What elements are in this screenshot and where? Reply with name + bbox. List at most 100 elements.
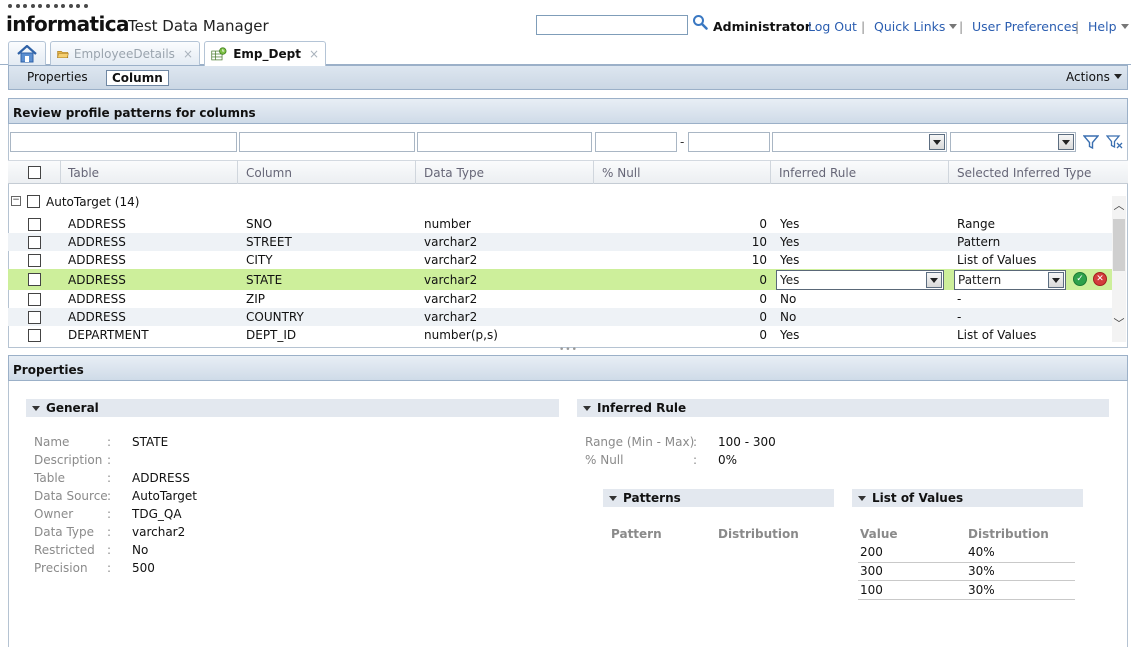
cell-column: ZIP (246, 292, 265, 306)
inferred-rule-select[interactable]: Yes (776, 270, 944, 290)
scroll-down-icon[interactable]: ﹀ (1113, 318, 1125, 330)
field-colon: : (107, 453, 112, 467)
field-label: Restricted (34, 543, 95, 557)
lov-column-distribution: Distribution (968, 527, 1049, 541)
field-colon: : (107, 561, 112, 575)
group-checkbox[interactable] (27, 195, 40, 208)
cell-null: 0 (759, 310, 767, 324)
field-label: Range (Min - Max) (585, 435, 695, 449)
column-header-selected-type[interactable]: Selected Inferred Type (957, 166, 1091, 180)
cancel-x-icon[interactable]: ✕ (1093, 272, 1107, 286)
field-colon: : (107, 507, 112, 521)
subnav-properties[interactable]: Properties (22, 70, 93, 86)
cell-selected-type: Pattern (957, 235, 1001, 249)
cell-table: ADDRESS (68, 217, 126, 231)
splitter-handle[interactable]: ••• (559, 346, 579, 355)
properties-title: Properties (8, 355, 1128, 381)
cell-data-type: varchar2 (424, 253, 478, 267)
logout-link[interactable]: Log Out (808, 19, 857, 34)
select-all-checkbox[interactable] (28, 166, 41, 179)
inferred-rule-section-header[interactable]: Inferred Rule (577, 399, 1109, 417)
subnav-column[interactable]: Column (106, 70, 169, 86)
actions-menu[interactable]: Actions (1066, 70, 1122, 84)
table-row[interactable] (8, 326, 1112, 344)
cell-inferred-rule: Yes (780, 235, 800, 249)
field-value: varchar2 (132, 525, 186, 539)
column-header-data-type[interactable]: Data Type (424, 166, 484, 180)
quick-links-menu[interactable]: Quick Links (874, 19, 958, 34)
collapse-icon[interactable]: − (11, 196, 21, 206)
filter-selected-type[interactable] (950, 132, 1076, 152)
cell-null: 10 (751, 253, 767, 267)
column-header-column[interactable]: Column (246, 166, 292, 180)
user-preferences-link[interactable]: User Preferences (972, 19, 1078, 34)
patterns-section-header[interactable]: Patterns (603, 489, 834, 507)
field-value: AutoTarget (132, 489, 197, 503)
field-label: % Null (585, 453, 624, 467)
filter-data-type[interactable] (417, 132, 592, 152)
row-checkbox[interactable] (28, 293, 41, 306)
lov-column-value: Value (860, 527, 898, 541)
cell-data-type: varchar2 (424, 292, 478, 306)
search-input[interactable] (536, 15, 688, 35)
selected-type-select[interactable]: Pattern (954, 270, 1066, 290)
patterns-column-pattern: Pattern (611, 527, 662, 541)
lov-distribution: 30% (968, 583, 995, 597)
cell-table: ADDRESS (68, 253, 126, 267)
table-row[interactable] (8, 308, 1112, 326)
chevron-down-icon[interactable] (926, 272, 942, 288)
column-divider (770, 160, 771, 184)
chevron-down-icon[interactable] (1058, 134, 1074, 150)
search-icon[interactable] (692, 14, 708, 30)
row-checkbox[interactable] (28, 218, 41, 231)
cell-table: ADDRESS (68, 310, 126, 324)
filter-table[interactable] (10, 132, 237, 152)
sub-navigation-bar (8, 65, 1128, 90)
table-row[interactable] (8, 290, 1112, 308)
filter-icon[interactable] (1083, 134, 1099, 150)
tab-employeedetails[interactable]: EmployeeDetails × (50, 41, 200, 65)
column-header-inferred-rule[interactable]: Inferred Rule (779, 166, 856, 180)
scroll-thumb[interactable] (1113, 219, 1125, 271)
field-colon: : (107, 435, 112, 449)
row-checkbox[interactable] (28, 236, 41, 249)
row-checkbox[interactable] (28, 311, 41, 324)
cell-null: 10 (751, 235, 767, 249)
clear-filter-icon[interactable] (1106, 134, 1124, 150)
header-separator: | (1075, 19, 1080, 34)
cell-selected-type: List of Values (957, 328, 1037, 342)
chevron-down-icon[interactable] (929, 134, 945, 150)
help-menu[interactable]: Help (1088, 19, 1129, 34)
filter-null-max[interactable] (688, 132, 770, 152)
column-header-table[interactable]: Table (68, 166, 99, 180)
scroll-up-icon[interactable]: ︿ (1113, 200, 1125, 212)
column-header-null[interactable]: % Null (602, 166, 640, 180)
product-title: Test Data Manager (128, 17, 269, 35)
cell-data-type: varchar2 (424, 235, 478, 249)
row-checkbox[interactable] (28, 329, 41, 342)
filter-column[interactable] (239, 132, 415, 152)
row-checkbox[interactable] (28, 273, 41, 286)
header-separator: | (861, 19, 866, 34)
table-row[interactable] (8, 215, 1112, 233)
general-section-header[interactable]: General (26, 399, 559, 417)
table-row-selected[interactable] (8, 269, 1112, 290)
cell-null: 0 (759, 292, 767, 306)
filter-inferred-rule[interactable] (772, 132, 947, 152)
table-row[interactable] (8, 233, 1112, 251)
close-icon[interactable]: × (309, 47, 319, 61)
column-divider (593, 160, 594, 184)
cell-column: DEPT_ID (246, 328, 297, 342)
row-checkbox[interactable] (28, 254, 41, 267)
save-check-icon[interactable]: ✓ (1073, 272, 1087, 286)
tab-home[interactable] (8, 41, 46, 65)
table-row[interactable] (8, 251, 1112, 269)
chevron-down-icon[interactable] (1048, 272, 1064, 288)
tab-emp-dept[interactable]: Emp_Dept × (204, 41, 326, 66)
filter-null-min[interactable] (595, 132, 677, 152)
field-value: 0% (718, 453, 738, 467)
header-separator: | (959, 19, 964, 34)
close-icon[interactable]: × (183, 47, 193, 61)
field-value: TDG_QA (132, 507, 182, 521)
list-of-values-section-header[interactable]: List of Values (852, 489, 1083, 507)
